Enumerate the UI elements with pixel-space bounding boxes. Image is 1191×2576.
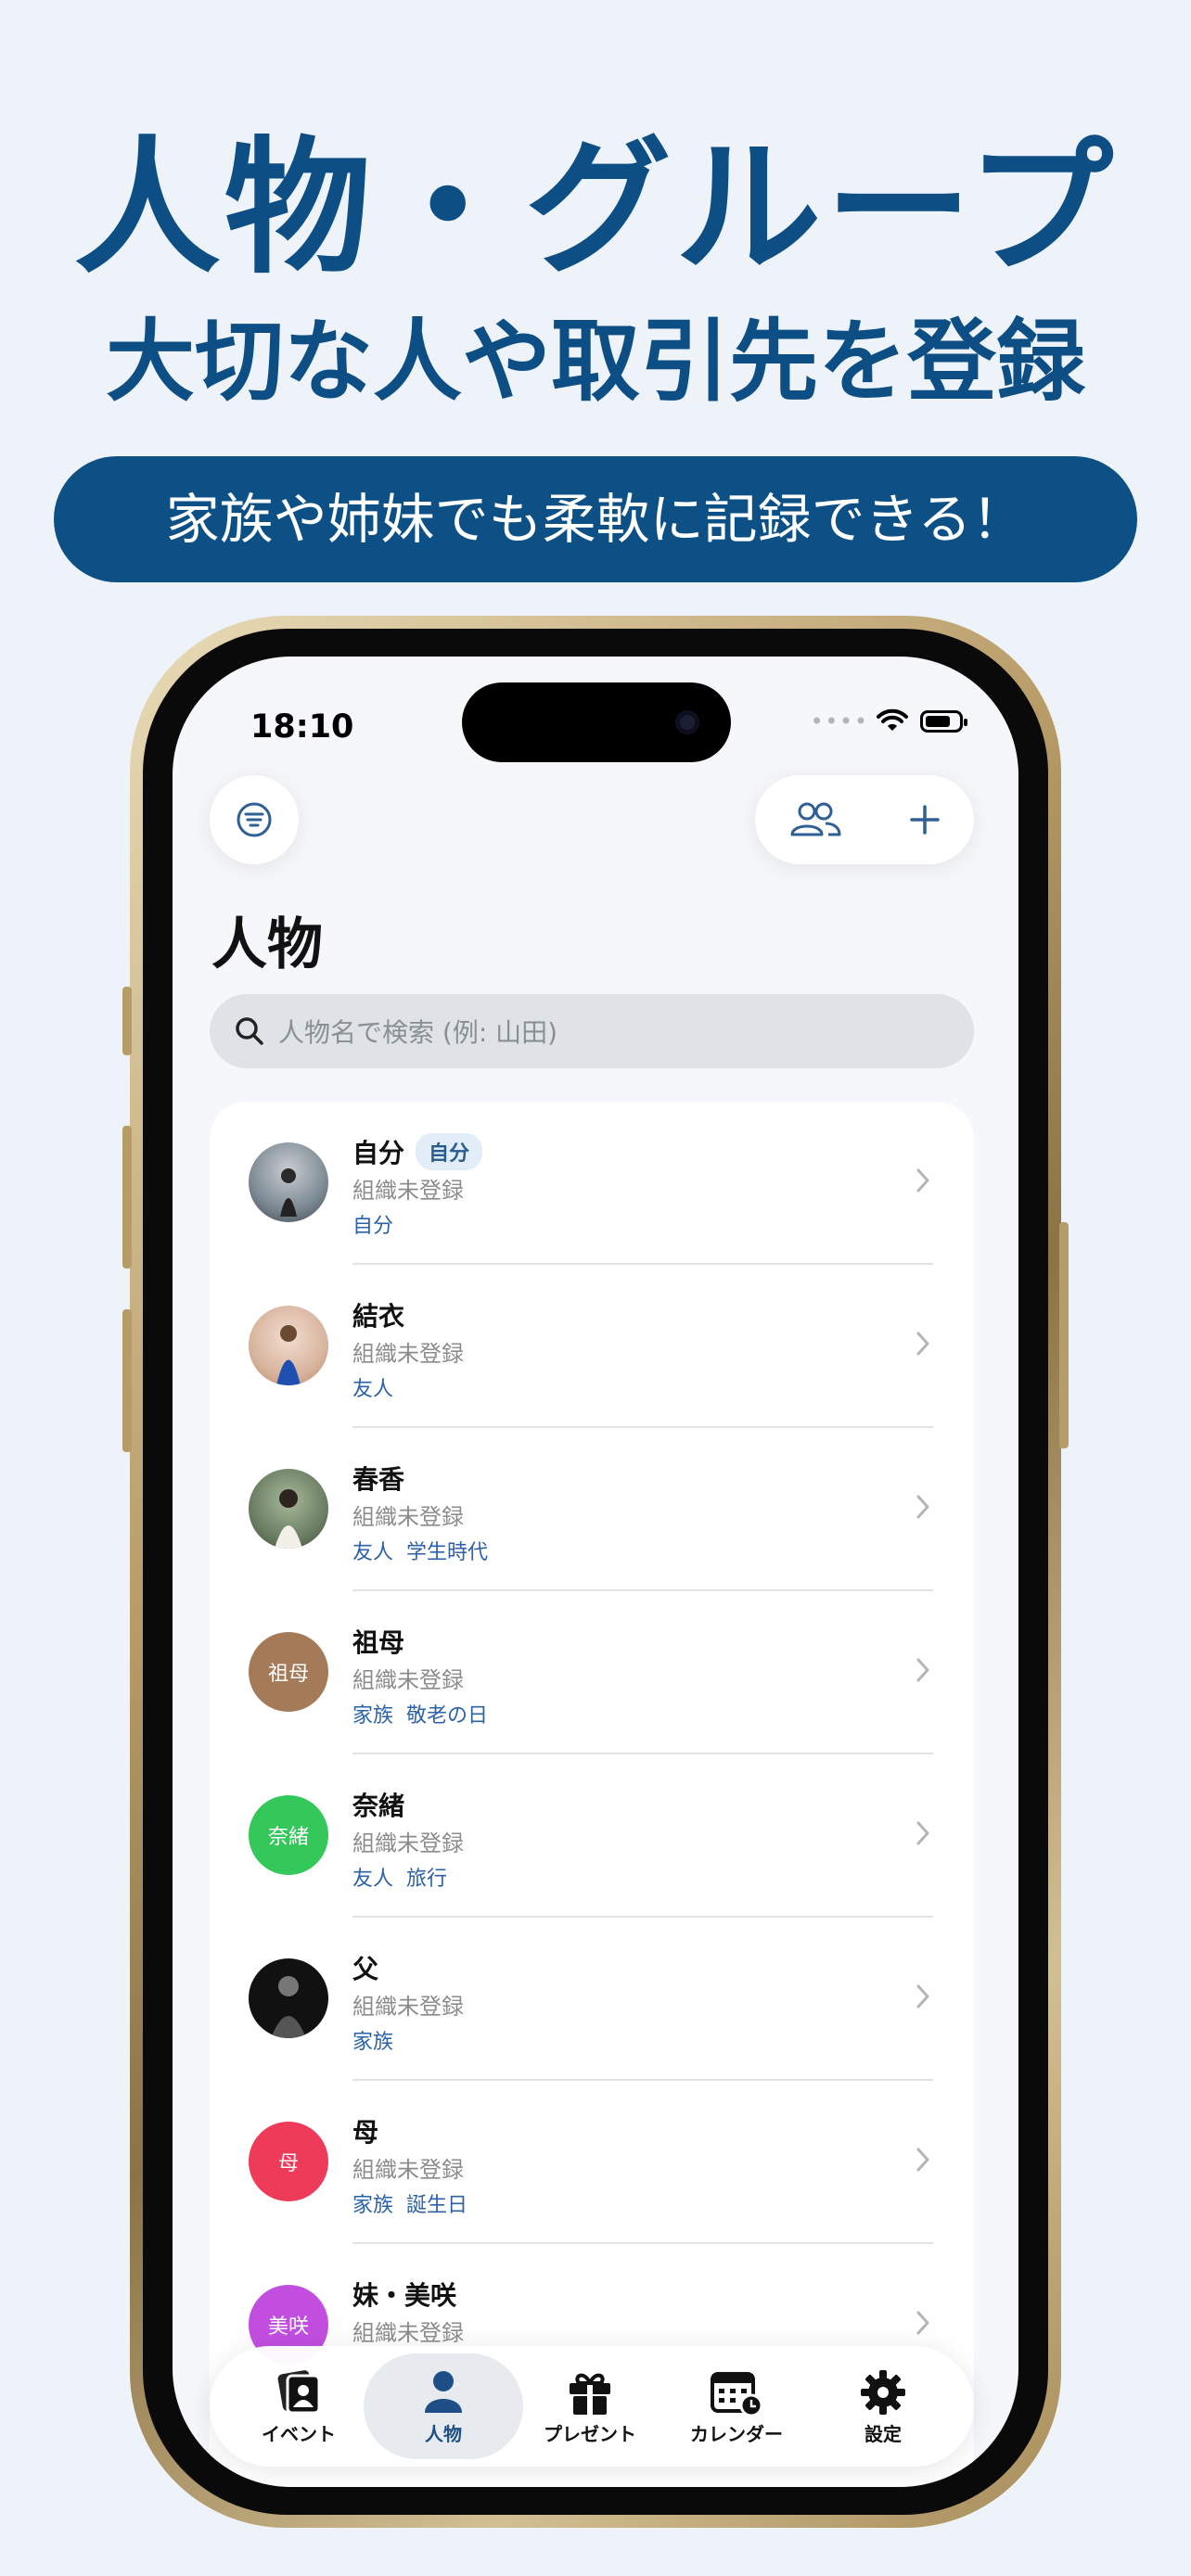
tab-event[interactable]: イベント [219, 2353, 378, 2459]
signal-icon: • • • • [810, 708, 866, 734]
status-time: 18:10 [250, 708, 354, 746]
search-placeholder: 人物名で検索 (例: 山田) [278, 1017, 558, 1048]
person-row[interactable]: 春香 組織未登録 友人 学生時代 [210, 1428, 974, 1591]
person-org: 組織未登録 [352, 2320, 464, 2346]
avatar [249, 1142, 328, 1222]
chevron-right-icon [916, 1821, 929, 1845]
person-row[interactable]: 自分 自分 組織未登録 自分 [210, 1102, 974, 1265]
gear-icon [861, 2370, 905, 2415]
person-icon [425, 2371, 462, 2413]
filter-icon [237, 802, 272, 837]
person-tags: 自分 [352, 1215, 394, 1238]
search-icon [236, 1017, 263, 1045]
person-name: 祖母 [352, 1627, 405, 1658]
phone-action-button [122, 987, 132, 1055]
avatar: 母 [249, 2122, 328, 2201]
avatar [249, 1469, 328, 1549]
person-row[interactable]: 結衣 組織未登録 友人 [210, 1265, 974, 1428]
chevron-right-icon [916, 1658, 929, 1682]
person-name: 自分 自分 [352, 1133, 483, 1170]
phone-volume-up [122, 1126, 132, 1269]
person-org: 組織未登録 [352, 1341, 464, 1367]
chevron-right-icon [916, 2311, 929, 2335]
top-actions [755, 775, 974, 864]
tab-settings-label: 設定 [864, 2423, 902, 2445]
person-org: 組織未登録 [352, 1830, 464, 1856]
person-tags: 友人 [352, 1378, 394, 1401]
person-org: 組織未登録 [352, 1994, 464, 2020]
group-icon[interactable] [788, 799, 842, 840]
search-input[interactable]: 人物名で検索 (例: 山田) [210, 994, 974, 1068]
person-tags: 友人 学生時代 [352, 1541, 489, 1564]
person-name: 父 [352, 1954, 379, 1984]
phone-power-button [1059, 1222, 1069, 1448]
tab-person-label: 人物 [425, 2423, 462, 2445]
person-org: 組織未登録 [352, 1178, 464, 1204]
gift-icon [570, 2373, 610, 2415]
person-name: 春香 [352, 1464, 405, 1495]
event-icon [277, 2370, 321, 2415]
avatar: 奈緒 [249, 1795, 328, 1875]
avatar: 祖母 [249, 1632, 328, 1712]
person-name: 母 [352, 2117, 379, 2148]
avatar [249, 1306, 328, 1385]
add-icon[interactable] [908, 803, 941, 836]
promo-pill: 家族や姉妹でも柔軟に記録できる！ [54, 456, 1137, 582]
person-tags: 家族 敬老の日 [352, 1704, 489, 1728]
person-org: 組織未登録 [352, 1504, 464, 1530]
person-name: 奈緒 [352, 1791, 405, 1821]
tab-person[interactable]: 人物 [364, 2353, 523, 2459]
tab-settings[interactable]: 設定 [803, 2353, 963, 2459]
person-row[interactable]: 母 母 組織未登録 家族 誕生日 [210, 2081, 974, 2244]
wifi-icon [877, 708, 908, 731]
chevron-right-icon [916, 2148, 929, 2172]
phone-screen: 18:10 • • • • 人物 人物名で検索 (例: 山田) 自分 自分 組織… [173, 657, 1018, 2487]
chevron-right-icon [916, 1168, 929, 1192]
calendar-icon [711, 2372, 763, 2417]
avatar [249, 1958, 328, 2038]
tab-gift[interactable]: プレゼント [510, 2353, 670, 2459]
tab-calendar-label: カレンダー [690, 2423, 783, 2445]
promo-subtitle: 大切な人や取引先を登録 [106, 310, 1085, 414]
battery-icon [920, 710, 967, 733]
chevron-right-icon [916, 1984, 929, 2009]
camera-icon [675, 710, 699, 734]
tab-bar: イベント 人物 プレゼント カレンダー 設定 [210, 2346, 974, 2467]
tab-calendar[interactable]: カレンダー [657, 2353, 816, 2459]
person-row[interactable]: 祖母 祖母 組織未登録 家族 敬老の日 [210, 1591, 974, 1754]
person-org: 組織未登録 [352, 1667, 464, 1693]
self-badge: 自分 [416, 1133, 483, 1170]
chevron-right-icon [916, 1332, 929, 1356]
people-list: 自分 自分 組織未登録 自分 結衣 組織未登録 友人 春香 組織未登録 友人 学生時… [210, 1102, 974, 2487]
person-org: 組織未登録 [352, 2157, 464, 2183]
chevron-right-icon [916, 1495, 929, 1519]
person-row[interactable]: 奈緒 奈緒 組織未登録 友人 旅行 [210, 1754, 974, 1918]
filter-button[interactable] [210, 775, 299, 864]
phone-volume-down [122, 1309, 132, 1452]
person-name: 結衣 [352, 1301, 405, 1332]
dynamic-island [462, 682, 731, 762]
tab-gift-label: プレゼント [544, 2423, 636, 2445]
tab-event-label: イベント [262, 2423, 336, 2445]
person-tags: 家族 誕生日 [352, 2194, 468, 2217]
person-name: 妹・美咲 [352, 2280, 457, 2311]
person-tags: 友人 旅行 [352, 1868, 448, 1891]
person-row[interactable]: 父 組織未登録 家族 [210, 1918, 974, 2081]
promo-title: 人物・グループ [73, 123, 1118, 294]
status-icons: • • • • [810, 708, 967, 734]
person-tags: 家族 [352, 2031, 394, 2054]
page-title: 人物 [211, 912, 323, 977]
